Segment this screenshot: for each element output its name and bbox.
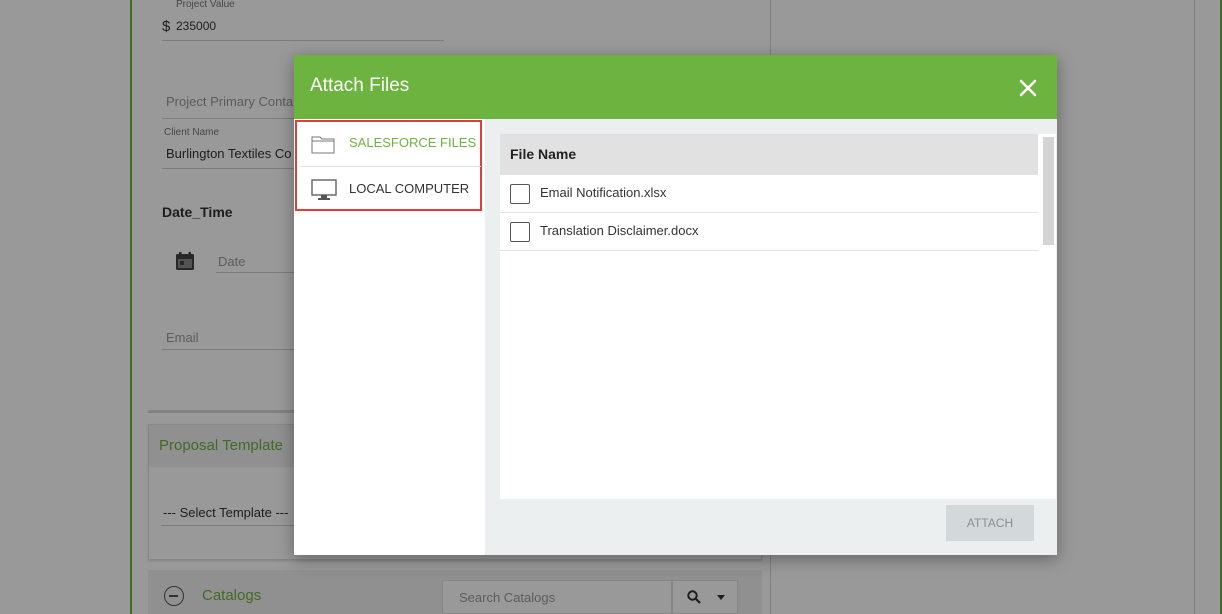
source-local-computer[interactable]: LOCAL COMPUTER (297, 167, 484, 213)
dialog-header: Attach Files (294, 55, 1057, 119)
attach-files-dialog: Attach Files SALESFORCE FILES LOCAL COMP… (294, 55, 1057, 555)
column-header-file-name: File Name (510, 146, 577, 162)
source-label: LOCAL COMPUTER (349, 181, 470, 196)
files-table: File Name Email Notification.xlsx Transl… (500, 134, 1056, 499)
scrollbar-thumb[interactable] (1043, 137, 1054, 245)
source-salesforce-files[interactable]: SALESFORCE FILES (297, 122, 484, 168)
source-highlight-box: SALESFORCE FILES LOCAL COMPUTER (295, 120, 482, 211)
table-row[interactable]: Email Notification.xlsx (500, 175, 1038, 213)
file-source-list: SALESFORCE FILES LOCAL COMPUTER (294, 119, 485, 555)
folder-icon (311, 136, 335, 154)
dialog-title: Attach Files (310, 75, 410, 96)
close-icon[interactable] (1016, 76, 1040, 100)
file-checkbox[interactable] (510, 222, 530, 242)
table-row[interactable]: Translation Disclaimer.docx (500, 213, 1038, 251)
source-label: SALESFORCE FILES (349, 135, 477, 150)
file-checkbox[interactable] (510, 184, 530, 204)
monitor-icon (311, 179, 337, 200)
files-panel: File Name Email Notification.xlsx Transl… (485, 119, 1057, 555)
file-name: Email Notification.xlsx (540, 185, 667, 200)
file-name: Translation Disclaimer.docx (540, 223, 699, 238)
attach-button[interactable]: ATTACH (946, 505, 1034, 541)
files-table-header: File Name (500, 134, 1038, 175)
